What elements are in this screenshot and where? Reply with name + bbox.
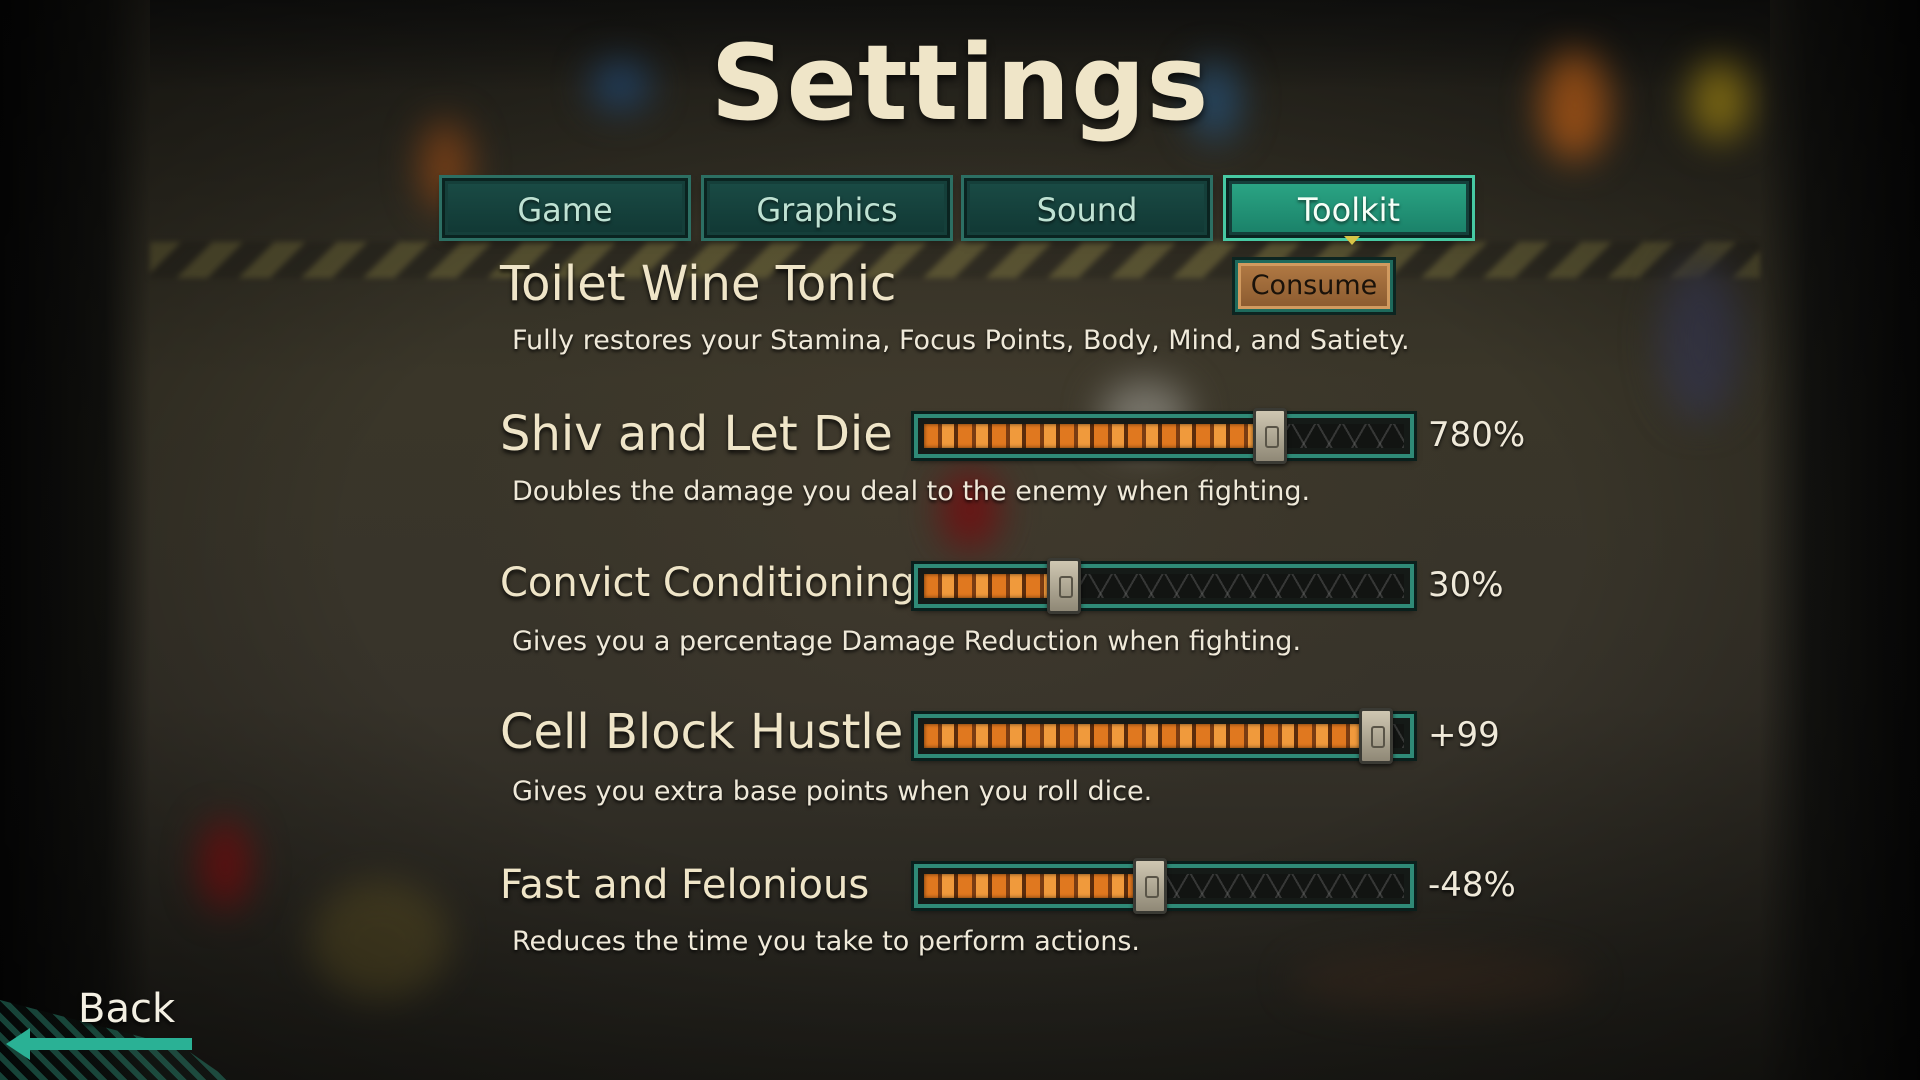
back-arrow-icon (6, 1028, 192, 1060)
slider-description: Gives you a percentage Damage Reduction … (512, 626, 1302, 657)
consumable-description: Fully restores your Stamina, Focus Point… (512, 325, 1410, 356)
speaker-icon[interactable] (1359, 708, 1393, 764)
slider-title: Convict Conditioning (500, 560, 916, 606)
page-title: Settings (710, 22, 1210, 144)
slider-value: 30% (1428, 565, 1504, 605)
slider-value: +99 (1428, 715, 1500, 755)
tab-toolkit[interactable]: Toolkit (1223, 175, 1475, 241)
back-button[interactable]: Back (6, 986, 198, 1060)
slider-fill (924, 874, 1154, 898)
slider-value: -48% (1428, 865, 1516, 905)
slider-title: Cell Block Hustle (500, 704, 904, 760)
active-tab-indicator-icon (1344, 236, 1360, 245)
game-screen: Settings Game Graphics Sound Toolkit Toi… (0, 0, 1920, 1080)
slider-value: 780% (1428, 415, 1526, 455)
tab-sound[interactable]: Sound (961, 175, 1213, 241)
tab-graphics[interactable]: Graphics (701, 175, 953, 241)
slider-cell-block-hustle[interactable] (911, 708, 1417, 764)
slider-fill (924, 724, 1380, 748)
slider-title: Fast and Felonious (500, 862, 870, 908)
consume-button[interactable]: Consume (1232, 257, 1396, 315)
slider-fast-and-felonious[interactable] (911, 858, 1417, 914)
speaker-icon[interactable] (1047, 558, 1081, 614)
speaker-icon[interactable] (1133, 858, 1167, 914)
settings-tabs: Game Graphics Sound Toolkit (439, 174, 1476, 245)
slider-fill (924, 424, 1274, 448)
slider-convict-conditioning[interactable] (911, 558, 1417, 614)
speaker-icon[interactable] (1253, 408, 1287, 464)
tab-game[interactable]: Game (439, 175, 691, 241)
slider-description: Reduces the time you take to perform act… (512, 926, 1141, 957)
slider-title: Shiv and Let Die (500, 406, 893, 462)
slider-shiv-and-let-die[interactable] (911, 408, 1417, 464)
slider-description: Gives you extra base points when you rol… (512, 776, 1153, 807)
background-vignette (0, 0, 1920, 1080)
consumable-title: Toilet Wine Tonic (500, 256, 897, 312)
slider-description: Doubles the damage you deal to the enemy… (512, 476, 1311, 507)
back-label: Back (78, 986, 176, 1032)
